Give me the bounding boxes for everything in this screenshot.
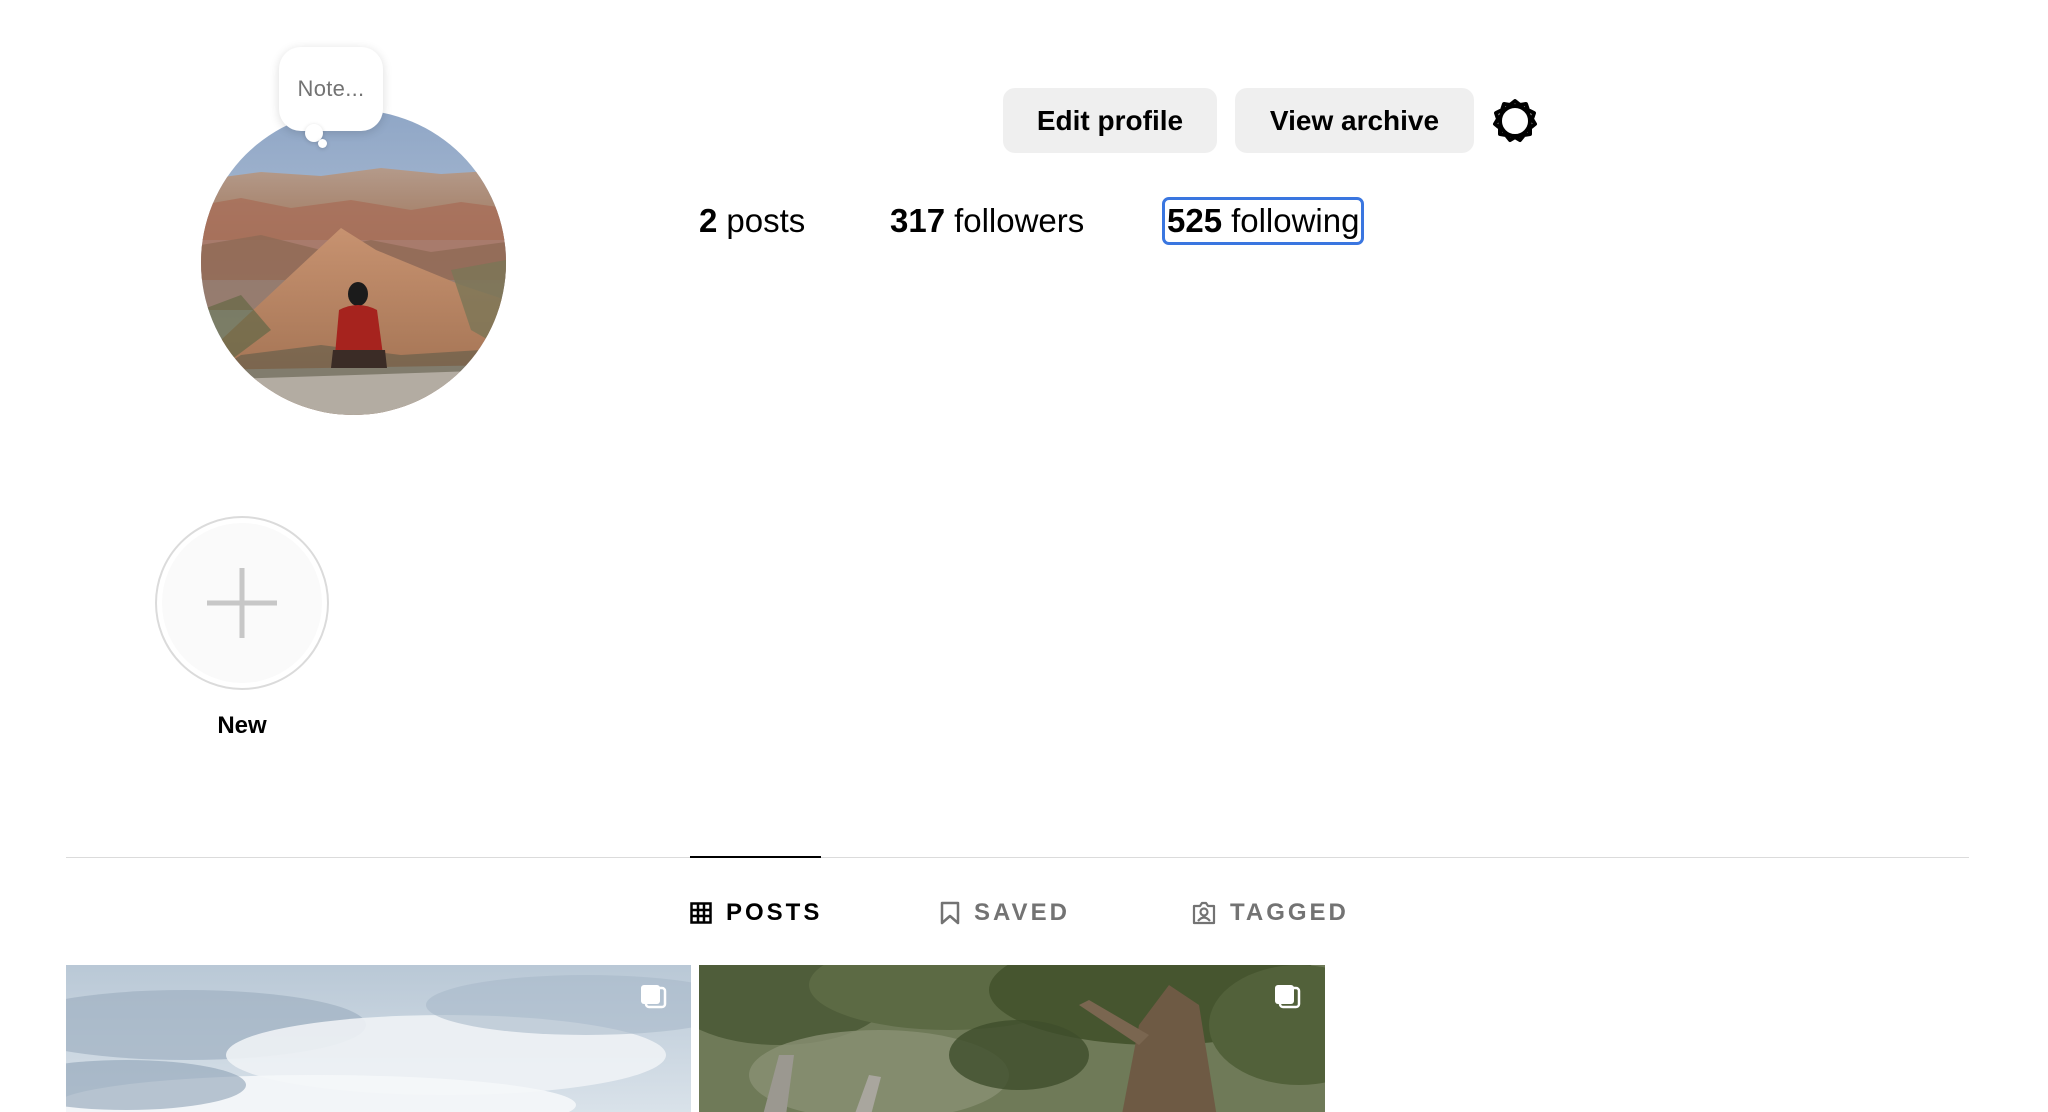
plus-icon <box>207 568 277 638</box>
note-bubble[interactable]: Note... <box>279 47 383 131</box>
note-bubble-tail-dot <box>318 139 327 148</box>
posts-number: 2 <box>699 202 718 239</box>
followers-link[interactable]: 317 followers <box>890 196 1084 246</box>
highlight-circle <box>162 523 322 683</box>
tab-saved-label: SAVED <box>974 899 1070 926</box>
post-thumbnail[interactable] <box>699 965 1325 1112</box>
profile-page: Note... Edit profile View archive 2 post… <box>0 0 2048 1112</box>
post-photo <box>699 965 1325 1112</box>
tab-posts-label: POSTS <box>726 899 823 926</box>
grid-icon <box>690 902 712 924</box>
followers-label: followers <box>954 202 1085 239</box>
tabs-divider <box>66 857 1969 858</box>
note-placeholder: Note... <box>297 76 365 101</box>
carousel-icon <box>641 985 667 1009</box>
following-link[interactable]: 525 following <box>1162 197 1365 245</box>
new-highlight-label: New <box>217 712 267 739</box>
tab-saved[interactable]: SAVED <box>940 893 1070 933</box>
gear-icon[interactable] <box>1490 96 1540 146</box>
posts-label: posts <box>726 202 806 239</box>
edit-profile-button[interactable]: Edit profile <box>1003 88 1217 153</box>
view-archive-button[interactable]: View archive <box>1235 88 1474 153</box>
avatar-photo <box>201 110 506 415</box>
tagged-user-icon <box>1192 901 1216 925</box>
profile-avatar[interactable] <box>201 110 506 415</box>
following-number: 525 <box>1167 202 1223 239</box>
tab-posts[interactable]: POSTS <box>690 893 822 933</box>
post-photo <box>66 965 691 1112</box>
active-tab-indicator <box>690 856 821 858</box>
posts-count: 2 posts <box>699 196 805 246</box>
tab-tagged-label: TAGGED <box>1230 899 1349 926</box>
new-highlight-button[interactable] <box>155 516 329 690</box>
followers-number: 317 <box>890 202 946 239</box>
tab-tagged[interactable]: TAGGED <box>1192 893 1349 933</box>
carousel-icon <box>1275 985 1301 1009</box>
bookmark-icon <box>940 901 960 925</box>
post-thumbnail[interactable] <box>66 965 691 1112</box>
following-label: following <box>1231 202 1360 239</box>
